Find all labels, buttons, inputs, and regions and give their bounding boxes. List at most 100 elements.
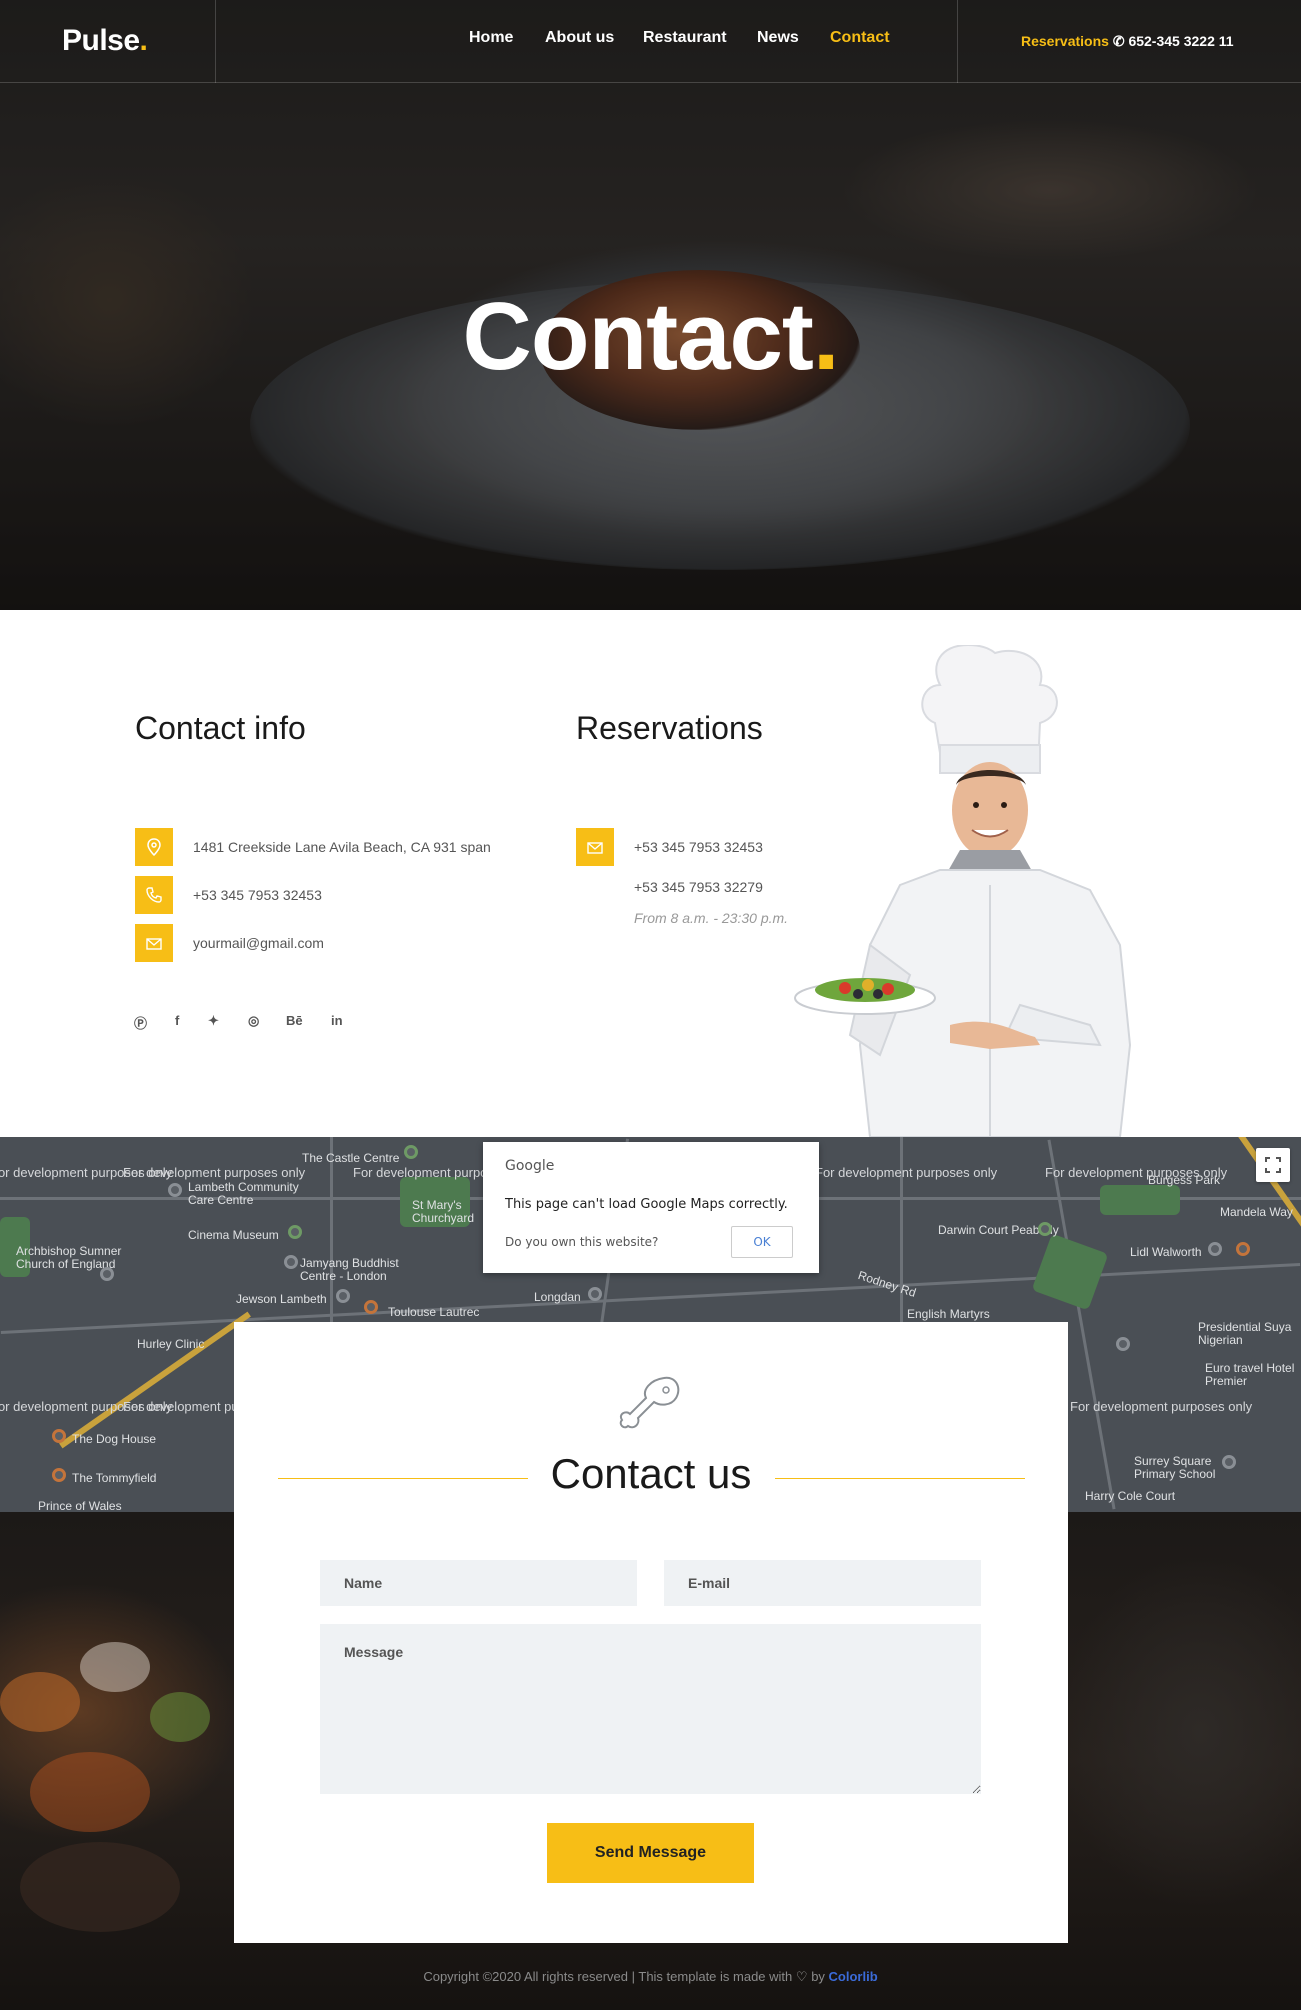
message-textarea[interactable] [320, 1624, 981, 1794]
map-park [1031, 1233, 1109, 1311]
address-text: 1481 Creekside Lane Avila Beach, CA 931 … [193, 839, 491, 855]
map-watermark: For development purposes only [123, 1165, 306, 1180]
reservation-phone-2[interactable]: +53 345 7953 32279 [634, 879, 763, 895]
food-decor [30, 1752, 150, 1832]
nav-about-us[interactable]: About us [545, 29, 614, 47]
food-decor [20, 1842, 180, 1932]
contact-form-card: Contact us Send Message [234, 1322, 1068, 1943]
map-pin-icon[interactable] [100, 1267, 114, 1281]
map-place: Presidential Suya Nigerian [1198, 1320, 1292, 1347]
map-pin-icon[interactable] [404, 1145, 418, 1159]
map-pin-icon[interactable] [1116, 1337, 1130, 1351]
reservations-heading: Reservations [576, 710, 763, 746]
phone-icon: ✆ [1112, 33, 1125, 49]
map-place: Rodney Rd [856, 1268, 918, 1300]
contact-us-heading: Contact us [550, 1450, 752, 1497]
food-decor [80, 1642, 150, 1692]
map-main-road [59, 1311, 251, 1449]
map-place: The Tommyfield [72, 1471, 157, 1485]
map-pin-icon[interactable] [336, 1289, 350, 1303]
map-place: Surrey Square Primary School [1134, 1454, 1216, 1481]
dribbble-icon[interactable]: ◎ [248, 1013, 259, 1029]
chef-image [794, 645, 1132, 1137]
map-pin-icon[interactable] [52, 1468, 66, 1482]
phone-text[interactable]: +53 345 7953 32453 [193, 887, 322, 903]
reservations-header[interactable]: Reservations ✆ 652-345 3222 11 [1021, 33, 1234, 50]
map-place: The Castle Centre [302, 1151, 400, 1165]
email-text[interactable]: yourmail@gmail.com [193, 935, 324, 951]
envelope-icon [135, 924, 173, 962]
fullscreen-icon [1265, 1157, 1281, 1173]
map-pin-icon[interactable] [284, 1255, 298, 1269]
nav-divider [957, 0, 958, 83]
map-pin-icon[interactable] [1236, 1242, 1250, 1256]
map-place: Longdan [534, 1290, 581, 1304]
google-logo: Google [505, 1158, 555, 1174]
map-place: Archbishop Sumner Church of England [16, 1244, 122, 1271]
page-title: Contact. [0, 282, 1301, 392]
reservation-phone-row: +53 345 7953 32453 [576, 828, 763, 866]
email-input[interactable] [664, 1560, 981, 1606]
site-logo[interactable]: Pulse. [62, 24, 148, 58]
copyright-by: by [811, 1969, 825, 1984]
linkedin-icon[interactable]: in [331, 1013, 343, 1028]
map-place: Prince of Wales [38, 1499, 122, 1512]
reservations-label: Reservations [1021, 33, 1109, 49]
map-place: St Mary's Churchyard [412, 1198, 475, 1225]
phone-icon [135, 876, 173, 914]
nav-home[interactable]: Home [469, 29, 513, 47]
map-pin-icon[interactable] [1222, 1455, 1236, 1469]
nav-divider [215, 0, 216, 83]
footer-copyright: Copyright ©2020 All rights reserved | Th… [0, 1969, 1301, 1985]
nav-contact[interactable]: Contact [830, 29, 890, 47]
page-title-dot: . [812, 283, 840, 390]
email-row: yourmail@gmail.com [135, 924, 324, 962]
address-row: 1481 Creekside Lane Avila Beach, CA 931 … [135, 828, 491, 866]
food-decor [150, 1692, 210, 1742]
map-place: Mandela Way [1220, 1205, 1293, 1219]
logo-dot: . [139, 24, 148, 57]
logo-text: Pulse [62, 24, 140, 57]
reservation-phone-1[interactable]: +53 345 7953 32453 [634, 839, 763, 855]
map-pin-icon[interactable] [168, 1183, 182, 1197]
nav-news[interactable]: News [757, 29, 799, 47]
top-navbar: Pulse. Home About us Restaurant News Con… [0, 0, 1301, 83]
map-pin-icon[interactable] [364, 1300, 378, 1314]
contact-info-heading: Contact info [135, 710, 306, 746]
nav-restaurant[interactable]: Restaurant [643, 29, 727, 47]
name-input[interactable] [320, 1560, 637, 1606]
map-error-dialog: Google This page can't load Google Maps … [483, 1142, 819, 1273]
map-pin-icon[interactable] [1038, 1222, 1052, 1236]
map-place: Jewson Lambeth [236, 1292, 327, 1306]
map-place: Harry Cole Court [1085, 1489, 1176, 1503]
map-place: Hurley Clinic [137, 1337, 205, 1351]
map-place: Euro travel Hotel Premier [1205, 1361, 1295, 1388]
map-pin-icon[interactable] [288, 1225, 302, 1239]
map-place: Jamyang Buddhist Centre - London [300, 1256, 399, 1283]
map-fullscreen-button[interactable] [1256, 1148, 1290, 1182]
heading-rule-right [775, 1478, 1025, 1479]
map-watermark: For development purposes only [815, 1165, 998, 1180]
phone-row: +53 345 7953 32453 [135, 876, 322, 914]
map-error-message: This page can't load Google Maps correct… [505, 1197, 788, 1212]
send-message-button[interactable]: Send Message [547, 1823, 754, 1883]
map-pin-icon[interactable] [588, 1287, 602, 1301]
behance-icon[interactable]: Bē [286, 1013, 303, 1028]
pinterest-icon[interactable]: Ⓟ [134, 1013, 147, 1032]
map-place: Lambeth Community Care Centre [188, 1180, 299, 1207]
map-park [1100, 1185, 1180, 1215]
twitter-icon[interactable]: ✦ [208, 1013, 219, 1029]
facebook-icon[interactable]: f [175, 1013, 179, 1028]
map-error-ok-button[interactable]: OK [731, 1226, 793, 1258]
map-place: The Dog House [72, 1432, 157, 1446]
copyright-text: Copyright ©2020 All rights reserved | Th… [423, 1969, 793, 1984]
colorlib-link[interactable]: Colorlib [829, 1969, 878, 1984]
chicken-leg-icon [619, 1376, 680, 1429]
map-place: Toulouse Lautrec [388, 1305, 480, 1319]
opening-hours: From 8 a.m. - 23:30 p.m. [634, 910, 789, 926]
map-pin-icon[interactable] [52, 1429, 66, 1443]
heart-icon: ♡ [795, 1969, 808, 1984]
map-pin-icon [135, 828, 173, 866]
map-pin-icon[interactable] [1208, 1242, 1222, 1256]
map-place: Cinema Museum [188, 1228, 279, 1242]
